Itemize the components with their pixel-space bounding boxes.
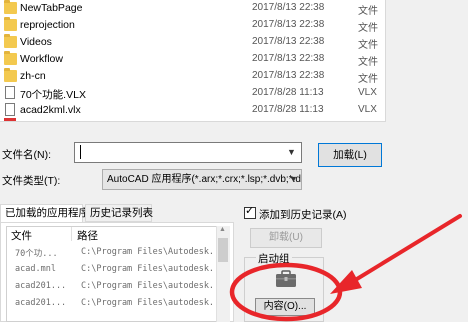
file-name: reprojection xyxy=(20,19,75,31)
file-name: Workflow xyxy=(20,53,63,65)
folder-icon xyxy=(4,34,17,48)
scrollbar-thumb[interactable] xyxy=(218,238,228,262)
file-list: NewTabPage 2017/8/13 22:38 文件 reprojecti… xyxy=(0,0,386,122)
file-name: NewTabPage xyxy=(20,2,83,14)
file-row[interactable]: 70个功能.VLX 2017/8/28 11:13 VLX xyxy=(0,85,385,102)
file-row[interactable]: zh-cn 2017/8/13 22:38 文件 xyxy=(0,68,385,85)
table-cell-file: acad.mnl xyxy=(15,264,56,274)
folder-icon xyxy=(4,17,17,31)
chevron-down-icon[interactable]: ▼ xyxy=(287,147,296,157)
unload-button[interactable]: 卸载(U) xyxy=(250,228,322,248)
file-row[interactable]: reprojection 2017/8/13 22:38 文件 xyxy=(0,17,385,34)
file-type: VLX xyxy=(358,87,377,98)
file-date: 2017/8/13 22:38 xyxy=(252,70,325,81)
red-arrow-head xyxy=(330,270,362,294)
chevron-down-icon[interactable]: ▼ xyxy=(289,174,298,184)
tab-history-list[interactable]: 历史记录列表 xyxy=(85,204,153,222)
table-cell-file: acad201... xyxy=(15,298,67,308)
file-name: zh-cn xyxy=(20,70,46,82)
table-cell-path: C:\Program Files\autodesk... xyxy=(81,298,225,308)
scroll-up-icon[interactable]: ▲ xyxy=(219,226,226,233)
briefcase-icon xyxy=(276,270,296,287)
filename-input[interactable] xyxy=(74,142,302,163)
table-cell-file: acad201... xyxy=(15,281,67,291)
file-type: 文件 xyxy=(358,6,378,17)
table-cell-path: C:\Program Files\Autodesk... xyxy=(81,247,225,257)
folder-icon xyxy=(4,68,17,82)
red-arrow-shaft xyxy=(350,214,462,284)
filetype-value: AutoCAD 应用程序(*.arx;*.crx;*.lsp;*.dvb;*.d… xyxy=(107,174,302,185)
table-cell-file: 70个功... xyxy=(15,249,58,259)
filetype-select[interactable]: AutoCAD 应用程序(*.arx;*.crx;*.lsp;*.dvb;*.d… xyxy=(102,169,302,190)
file-name: 70个功能.VLX xyxy=(20,89,86,101)
file-name: Videos xyxy=(20,36,52,48)
file-date: 2017/8/13 22:38 xyxy=(252,19,325,30)
file-date: 2017/8/28 11:13 xyxy=(252,87,324,98)
add-to-history-label[interactable]: 添加到历史记录(A) xyxy=(259,207,347,222)
load-button[interactable]: 加载(L) xyxy=(318,143,382,167)
partial-row-icon xyxy=(4,118,16,121)
file-row[interactable]: Workflow 2017/8/13 22:38 文件 xyxy=(0,51,385,68)
filetype-label: 文件类型(T): xyxy=(2,175,61,187)
file-list-margin xyxy=(386,0,468,122)
loaded-apps-table: 文件 路径 70个功... C:\Program Files\Autodesk.… xyxy=(6,226,230,322)
document-icon xyxy=(5,103,15,116)
file-row[interactable]: Videos 2017/8/13 22:38 文件 xyxy=(0,34,385,51)
file-date: 2017/8/13 22:38 xyxy=(252,2,325,13)
folder-icon xyxy=(4,0,17,14)
text-caret xyxy=(80,145,81,159)
startup-group-label: 启动组 xyxy=(256,251,292,266)
document-icon xyxy=(5,86,15,99)
column-header-path[interactable]: 路径 xyxy=(77,228,98,243)
folder-icon xyxy=(4,51,17,65)
contents-button[interactable]: 内容(O)... xyxy=(255,298,315,316)
file-type: 文件 xyxy=(358,57,378,68)
file-row[interactable]: NewTabPage 2017/8/13 22:38 文件 xyxy=(0,0,385,17)
checkmark-icon: ✓ xyxy=(245,205,255,217)
file-date: 2017/8/13 22:38 xyxy=(252,53,325,64)
tab-loaded-apps[interactable]: 已加载的应用程序 xyxy=(0,204,89,223)
table-cell-path: C:\Program Files\autodesk... xyxy=(81,281,225,291)
filename-label: 文件名(N): xyxy=(2,149,51,161)
column-divider[interactable] xyxy=(71,227,72,241)
file-date: 2017/8/28 11:13 xyxy=(252,104,324,115)
file-name: acad2kml.vlx xyxy=(20,104,81,116)
file-type: VLX xyxy=(358,104,377,115)
file-type: 文件 xyxy=(358,74,378,85)
file-row[interactable]: acad2kml.vlx 2017/8/28 11:13 VLX xyxy=(0,102,385,119)
file-type: 文件 xyxy=(358,23,378,34)
column-header-file[interactable]: 文件 xyxy=(11,228,32,243)
table-cell-path: C:\Program Files\autodesk... xyxy=(81,264,225,274)
file-date: 2017/8/13 22:38 xyxy=(252,36,325,47)
file-type: 文件 xyxy=(358,40,378,51)
